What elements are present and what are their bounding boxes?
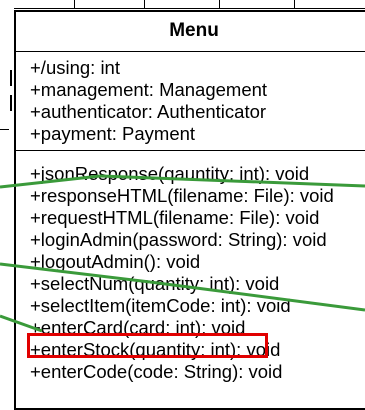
left-edge-tick [0, 129, 9, 130]
operation-enter-code: +enterCode(code: String): void [30, 361, 283, 382]
attribute-authenticator: +authenticator: Authenticator [30, 101, 267, 122]
attributes-divider [16, 150, 365, 151]
previous-diagram-edge [14, 0, 365, 9]
left-edge-stub [10, 95, 12, 111]
operation-login-admin: +loginAdmin(password: String): void [30, 229, 327, 250]
operation-response-html: +responseHTML(filename: File): void [30, 185, 334, 206]
header-divider [16, 51, 365, 52]
attribute-payment: +payment: Payment [30, 123, 196, 144]
attribute-using: +/using: int [30, 57, 120, 78]
operation-json-response: +jsonResponse(qauntity: int): void [30, 163, 310, 184]
highlighted-operation-box [27, 333, 268, 358]
operation-select-num: +selectNum(quantity: int): void [30, 273, 280, 294]
left-edge-stub [10, 70, 12, 86]
operation-request-html: +requestHTML(filename: File): void [30, 207, 320, 228]
operation-select-item: +selectItem(itemCode: int): void [30, 295, 291, 316]
attribute-management: +management: Management [30, 79, 268, 100]
operation-logout-admin: +logoutAdmin(): void [30, 251, 201, 272]
class-name: Menu [169, 20, 219, 41]
